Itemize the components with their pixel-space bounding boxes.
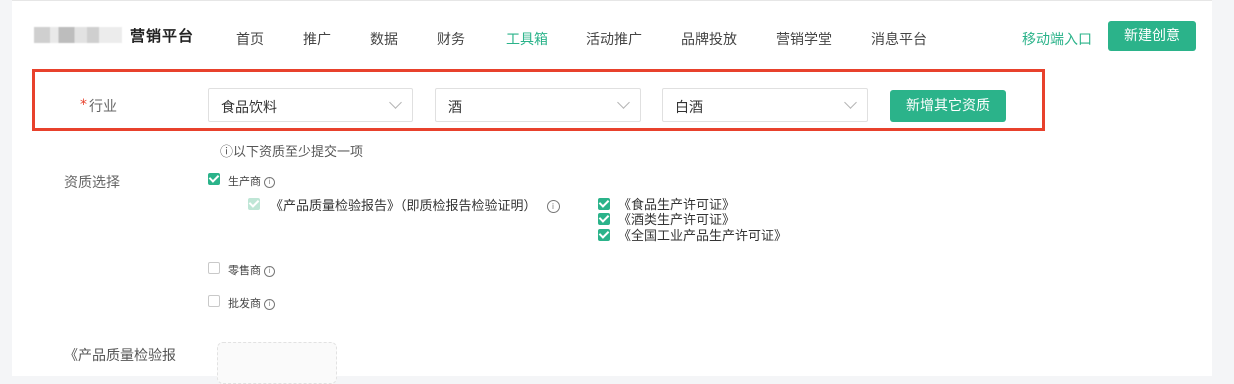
industrial-license-label: 《全国工业产品生产许可证》 — [618, 229, 788, 244]
nav-promotion[interactable]: 推广 — [303, 29, 331, 49]
producer-option: 生产商 i — [228, 173, 275, 189]
retailer-checkbox[interactable] — [208, 262, 220, 274]
chevron-down-icon — [389, 96, 402, 109]
chevron-down-icon — [844, 96, 857, 109]
logo-image — [34, 27, 122, 43]
info-icon[interactable]: i — [264, 266, 275, 277]
info-icon[interactable]: i — [264, 299, 275, 310]
info-icon[interactable]: i — [546, 200, 560, 213]
wholesaler-option: 批发商 i — [228, 295, 275, 311]
industry-select-level2-value: 酒 — [448, 100, 462, 116]
upload-section-label: 《产品质量检验报 — [64, 348, 176, 364]
industry-select-level1[interactable]: 食品饮料 — [208, 88, 413, 122]
qualification-hint: ⓘ以下资质至少提交一项 — [220, 145, 364, 160]
top-navigation-bar: 营销平台 首页 推广 数据 财务 工具箱 活动推广 品牌投放 营销学堂 消息平台… — [12, 1, 1212, 67]
producer-label: 生产商 — [228, 175, 261, 188]
page-frame: 营销平台 首页 推广 数据 财务 工具箱 活动推广 品牌投放 营销学堂 消息平台… — [12, 0, 1212, 384]
wholesaler-checkbox[interactable] — [208, 295, 220, 307]
industry-select-level1-value: 食品饮料 — [221, 100, 277, 116]
nav-toolbox[interactable]: 工具箱 — [506, 29, 548, 49]
required-mark: * — [80, 97, 87, 113]
info-icon[interactable]: i — [264, 177, 275, 188]
create-creative-button[interactable]: 新建创意 — [1108, 21, 1196, 51]
nav-home[interactable]: 首页 — [236, 29, 264, 49]
nav-marketing-school[interactable]: 营销学堂 — [776, 29, 832, 49]
qualification-label: 资质选择 — [64, 175, 120, 191]
nav-data[interactable]: 数据 — [370, 29, 398, 49]
nav-message-platform[interactable]: 消息平台 — [871, 29, 927, 49]
nav-brand-delivery[interactable]: 品牌投放 — [681, 29, 737, 49]
industry-select-level3-value: 白酒 — [675, 100, 703, 116]
industry-select-level3[interactable]: 白酒 — [662, 88, 868, 122]
brand-title: 营销平台 — [130, 27, 195, 45]
add-qualification-button[interactable]: 新增其它资质 — [890, 90, 1006, 122]
quality-report-item: 《产品质量检验报告》（即质检报告检验证明） i — [270, 195, 560, 214]
retailer-option: 零售商 i — [228, 262, 275, 278]
quality-report-checkbox — [248, 198, 260, 210]
nav-activity-promotion[interactable]: 活动推广 — [586, 29, 642, 49]
food-license-checkbox[interactable] — [598, 198, 610, 210]
mobile-entry-link[interactable]: 移动端入口 — [1022, 29, 1092, 49]
producer-checkbox[interactable] — [208, 173, 220, 185]
quality-report-label: 《产品质量检验报告》（即质检报告检验证明） — [270, 199, 537, 214]
industry-select-level2[interactable]: 酒 — [435, 88, 641, 122]
wholesaler-label: 批发商 — [228, 297, 261, 310]
liquor-license-checkbox[interactable] — [598, 213, 610, 225]
industry-label: 行业 — [89, 99, 117, 115]
chevron-down-icon — [617, 96, 630, 109]
retailer-label: 零售商 — [228, 264, 261, 277]
upload-box[interactable] — [217, 342, 337, 384]
industrial-license-checkbox[interactable] — [598, 229, 610, 241]
nav-finance[interactable]: 财务 — [437, 29, 465, 49]
